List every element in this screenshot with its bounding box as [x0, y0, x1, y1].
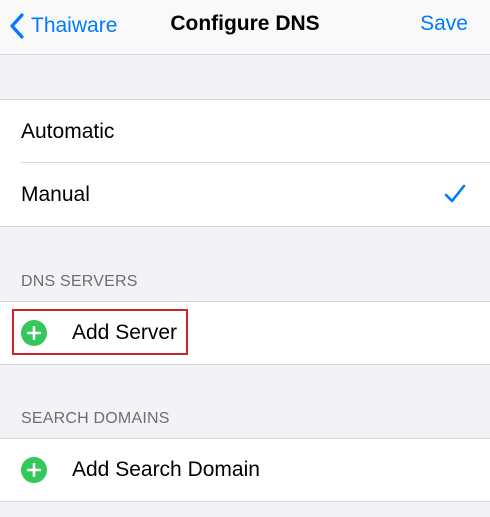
dns-servers-group: Add Server: [0, 301, 490, 365]
navigation-bar: Thaiware Configure DNS Save: [0, 0, 490, 55]
save-button[interactable]: Save: [420, 12, 468, 36]
search-domains-group: Add Search Domain: [0, 438, 490, 502]
add-search-domain-label: Add Search Domain: [72, 458, 260, 481]
chevron-left-icon: [10, 13, 24, 39]
config-mode-group: Automatic Manual: [0, 99, 490, 227]
back-button-label: Thaiware: [31, 14, 118, 37]
search-domains-header: SEARCH DOMAINS: [21, 410, 170, 427]
dns-servers-header: DNS SERVERS: [21, 273, 138, 290]
option-automatic-label: Automatic: [21, 119, 115, 143]
add-server-button[interactable]: Add Server: [0, 302, 490, 364]
checkmark-icon: [444, 184, 466, 203]
back-button[interactable]: Thaiware: [8, 10, 117, 42]
plus-circle-icon: [21, 457, 47, 483]
option-manual-label: Manual: [21, 182, 90, 206]
plus-circle-icon: [21, 320, 47, 346]
option-manual[interactable]: Manual: [0, 163, 490, 226]
option-automatic[interactable]: Automatic: [0, 100, 490, 163]
add-server-label: Add Server: [72, 321, 178, 344]
add-search-domain-button[interactable]: Add Search Domain: [0, 439, 490, 501]
